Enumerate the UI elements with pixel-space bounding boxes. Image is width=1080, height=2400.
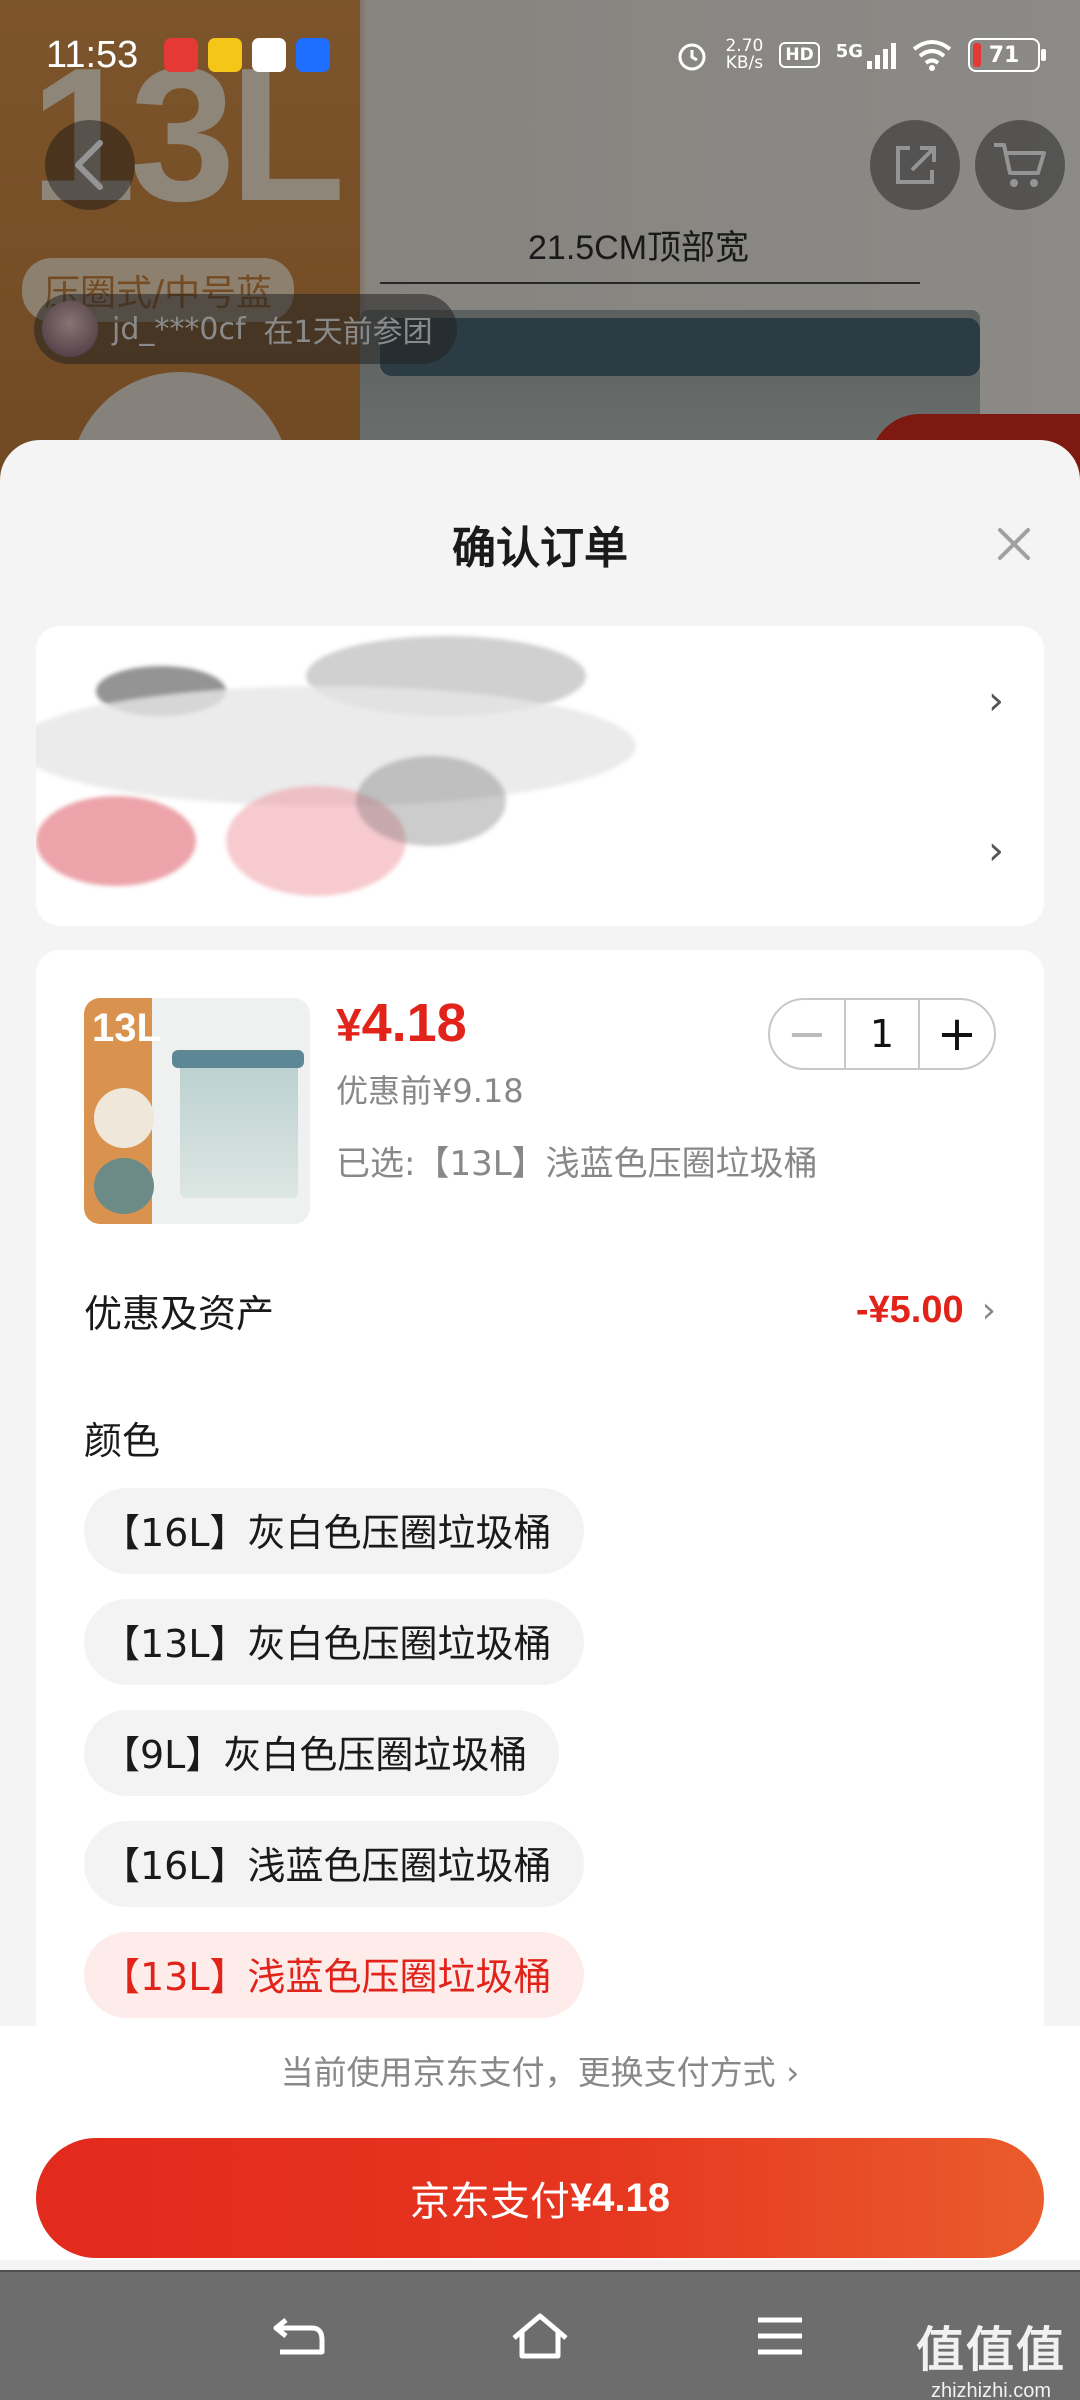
thumbnail-size-label: 13L [92, 1006, 161, 1050]
chevron-right-icon: › [786, 2053, 800, 2092]
payment-bar: 当前使用京东支付，更换支付方式 › 京东支付 ¥4.18 [0, 2026, 1080, 2260]
status-time: 11:53 [46, 33, 139, 76]
alarm-icon [678, 43, 706, 71]
decrease-button[interactable]: − [770, 1000, 844, 1068]
thumbnail-lid [172, 1050, 304, 1068]
color-option[interactable]: 【13L】灰白色压圈垃圾桶 [84, 1599, 584, 1685]
color-options: 【16L】灰白色压圈垃圾桶 【13L】灰白色压圈垃圾桶 【9L】灰白色压圈垃圾桶… [84, 1488, 584, 2043]
app-notification-icon [208, 38, 243, 72]
home-icon [512, 2313, 568, 2359]
status-indicators: 2.70 KB/s HD 5G 71 [675, 38, 1046, 72]
delivery-row[interactable]: › [36, 756, 1044, 926]
product-card: 13L ¥4.18 优惠前¥9.18 已选:【13L】浅蓝色压圈垃圾桶 − 1 … [36, 950, 1044, 2130]
address-card: › › [36, 626, 1044, 926]
signal-bars-icon [867, 41, 896, 69]
notification-icons [164, 38, 331, 72]
watermark-logo: 值值值 [915, 2322, 1066, 2378]
redacted-mark [36, 796, 196, 886]
nav-back-button[interactable] [260, 2296, 340, 2376]
watermark-url: zhizhizhi.com [930, 2380, 1052, 2400]
color-option[interactable]: 【9L】灰白色压圈垃圾桶 [84, 1710, 560, 1796]
quantity-input[interactable]: 1 [844, 1000, 920, 1068]
menu-icon [758, 2317, 802, 2355]
zhihu-icon [296, 38, 331, 72]
calendar-icon [252, 38, 287, 72]
sheet-title: 确认订单 [452, 523, 628, 574]
increase-button[interactable]: + [920, 1000, 994, 1068]
chevron-right-icon: › [981, 1289, 996, 1331]
discount-row[interactable]: 优惠及资产 -¥5.00 › [84, 1280, 996, 1340]
product-thumbnail[interactable]: 13L [84, 998, 310, 1224]
cell-signal: 5G [836, 41, 896, 69]
chevron-right-icon: › [988, 828, 1004, 874]
color-section-title: 颜色 [84, 1419, 161, 1463]
hd-badge: HD [779, 42, 820, 68]
chevron-right-icon: › [988, 678, 1004, 724]
battery-level: 71 [988, 42, 1020, 68]
nav-menu-button[interactable] [740, 2296, 820, 2376]
net-speed-unit: KB/s [725, 53, 764, 73]
back-icon [273, 2318, 325, 2355]
network-type: 5G [835, 41, 863, 62]
payment-method-text: 当前使用京东支付，更换支付方式 [280, 2053, 776, 2092]
redacted-mark [356, 756, 506, 846]
original-price: 优惠前¥9.18 [336, 1072, 524, 1110]
address-row[interactable]: › [36, 626, 1044, 806]
price-currency: ¥ [336, 999, 362, 1051]
color-option[interactable]: 【16L】灰白色压圈垃圾桶 [84, 1488, 584, 1574]
discount-value: -¥5.00 [855, 1288, 964, 1331]
color-option-selected[interactable]: 【13L】浅蓝色压圈垃圾桶 [84, 1932, 584, 2018]
pay-button[interactable]: 京东支付 ¥4.18 [36, 2138, 1044, 2258]
price-value: 4.18 [361, 993, 467, 1053]
pay-button-amount: ¥4.18 [569, 2175, 671, 2220]
close-icon [998, 528, 1030, 560]
thumbnail-bin [180, 1058, 298, 1198]
product-price: ¥4.18 [336, 992, 467, 1054]
quantity-stepper: − 1 + [768, 998, 996, 1070]
thumbnail-detail [94, 1088, 154, 1148]
selected-spec: 已选:【13L】浅蓝色压圈垃圾桶 [336, 1144, 818, 1184]
battery-icon: 71 [968, 38, 1046, 72]
pay-button-label: 京东支付 [409, 2179, 570, 2225]
close-button[interactable] [984, 514, 1044, 574]
discount-label: 优惠及资产 [84, 1291, 275, 1336]
wifi-icon [912, 40, 952, 71]
status-bar: 11:53 2.70 KB/s HD 5G 71 [0, 0, 1080, 110]
thumbnail-detail [94, 1158, 154, 1214]
network-speed: 2.70 KB/s [725, 38, 763, 72]
app-notification-icon [164, 38, 199, 72]
nav-home-button[interactable] [500, 2296, 580, 2376]
color-option[interactable]: 【16L】浅蓝色压圈垃圾桶 [84, 1821, 584, 1907]
watermark: 值值值 zhizhizhi.com [916, 2310, 1066, 2400]
change-payment-link[interactable]: 当前使用京东支付，更换支付方式 › [0, 2046, 1080, 2094]
confirm-order-sheet: 确认订单 › › 13L ¥4.18 优惠前¥9.18 已选:【13L】浅蓝色压… [0, 440, 1080, 2270]
